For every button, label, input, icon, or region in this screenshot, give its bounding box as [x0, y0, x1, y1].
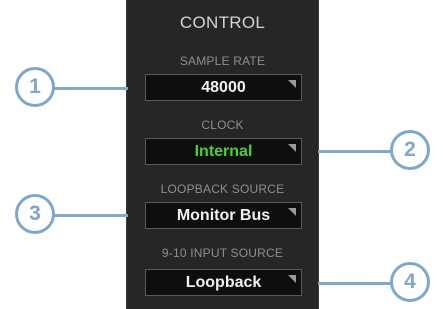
clock-dropdown[interactable]: Internal [145, 138, 302, 165]
loopback-source-dropdown[interactable]: Monitor Bus [145, 202, 302, 229]
sample-rate-label: SAMPLE RATE [179, 54, 266, 68]
sample-rate-value: 48000 [201, 79, 246, 96]
dropdown-arrow-icon [288, 144, 296, 152]
clock-label: CLOCK [201, 118, 244, 132]
dropdown-arrow-icon [288, 80, 296, 88]
loopback-source-value: Monitor Bus [176, 207, 271, 224]
callout-1-badge: 1 [15, 67, 55, 107]
loopback-source-label: LOOPBACK SOURCE [160, 182, 285, 196]
callout-2-badge: 2 [390, 130, 430, 170]
sample-rate-dropdown[interactable]: 48000 [145, 74, 302, 101]
input-source-value: Loopback [185, 274, 262, 291]
callout-3-line [52, 214, 128, 217]
callout-1-line [52, 87, 128, 90]
panel-title: CONTROL [179, 13, 266, 32]
callout-4-badge: 4 [390, 262, 430, 302]
input-source-label: 9-10 INPUT SOURCE [161, 246, 284, 260]
clock-value: Internal [194, 143, 253, 160]
dropdown-arrow-icon [288, 275, 296, 283]
dropdown-arrow-icon [288, 208, 296, 216]
callout-4-line [318, 282, 394, 285]
callout-3-badge: 3 [15, 194, 55, 234]
control-panel: CONTROL SAMPLE RATE 48000 CLOCK Internal… [126, 0, 319, 309]
input-source-dropdown[interactable]: Loopback [145, 269, 302, 296]
callout-2-line [318, 150, 394, 153]
